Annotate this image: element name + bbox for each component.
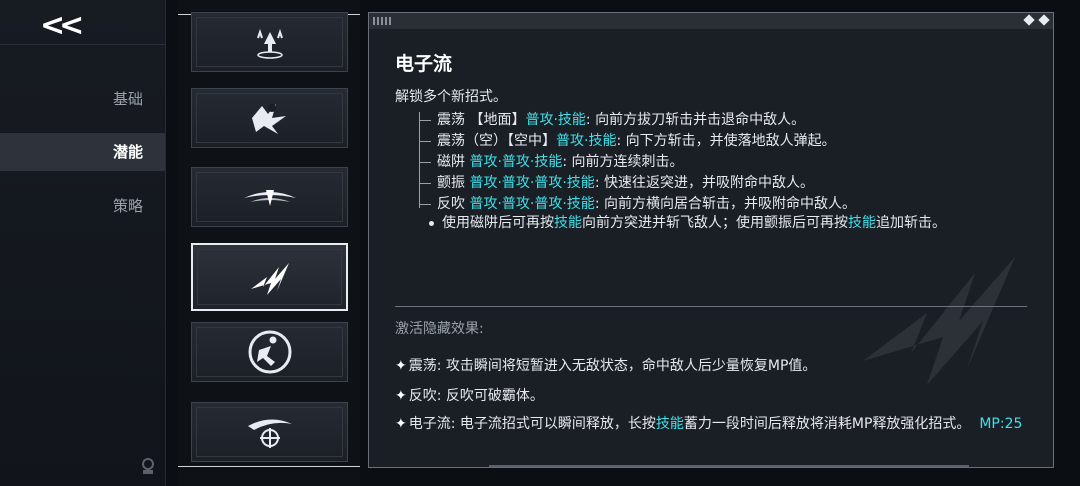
skill-card-blade-wave[interactable] xyxy=(191,167,348,227)
move-name: 颤振 xyxy=(437,175,470,191)
effect-item: ✦ 震荡: 攻击瞬间将短暂进入无敌状态，命中敌人后少量恢复MP值。 xyxy=(395,356,1035,377)
move-name: 震荡（空）【空中】 xyxy=(437,133,556,149)
character-icon xyxy=(142,458,154,474)
move-combo: 普攻·技能 xyxy=(556,133,617,149)
move-note: 使用磁阱后可再按技能向前方突进并斩飞敌人；使用颤振后可再按技能追加斩击。 xyxy=(429,213,1029,233)
effect-keyword: 技能 xyxy=(655,416,684,432)
scroll-indicator[interactable] xyxy=(489,465,969,467)
move-desc: : 向前方拔刀斩击并击退命中敌人。 xyxy=(585,112,806,128)
branch-line xyxy=(419,140,431,142)
divider xyxy=(178,466,360,467)
branch-line xyxy=(419,161,431,163)
electro-watermark-icon xyxy=(863,257,1015,385)
branch-line xyxy=(419,119,431,121)
move-desc: : 快速往返突进，并吸附命中敌人。 xyxy=(594,175,814,191)
skill-card-leap[interactable] xyxy=(191,12,348,72)
panel-header-bar xyxy=(369,13,1053,29)
move-item: 反吹 普攻·普攻·普攻·技能: 向前方横向居合斩击，并吸附命中敌人。 xyxy=(419,193,856,213)
nav-item-potential[interactable]: 潜能 xyxy=(0,133,165,171)
note-keyword: 技能 xyxy=(554,215,582,231)
effect-text: 反吹: 反吹可破霸体。 xyxy=(408,388,544,404)
note-text: 向前方突进并斩飞敌人；使用颤振后可再按 xyxy=(582,215,848,231)
note-text: 追加斩击。 xyxy=(876,215,946,231)
sparkle-icon: ✦ xyxy=(395,358,407,374)
skill-title: 电子流 xyxy=(395,53,453,75)
header-pattern xyxy=(373,17,391,25)
branch-line xyxy=(419,203,431,205)
move-desc: : 向下方斩击，并使落地敌人弹起。 xyxy=(616,133,836,149)
note-text: 使用磁阱后可再按 xyxy=(442,215,554,231)
move-name: 震荡 【地面】 xyxy=(437,112,526,128)
sprint-runner-icon xyxy=(248,330,291,374)
diamond-icon xyxy=(1038,14,1050,26)
move-combo: 普攻·普攻·技能 xyxy=(469,154,563,170)
effect-item: ✦ 电子流: 电子流招式可以瞬间释放，长按技能蓄力一段时间后释放将消耗MP释放强化… xyxy=(395,414,1035,435)
nav-item-basic[interactable]: 基础 xyxy=(0,80,165,118)
effect-text: 震荡: 攻击瞬间将短暂进入无敌状态，命中敌人后少量恢复MP值。 xyxy=(408,358,817,374)
leap-icon xyxy=(256,28,283,59)
skill-detail-panel: 电子流 解锁多个新招式。 震荡 【地面】普攻·技能: 向前方拔刀斩击并击退命中敌… xyxy=(368,12,1054,468)
move-item: 磁阱 普攻·普攻·技能: 向前方连续刺击。 xyxy=(419,151,684,171)
electro-current-icon xyxy=(250,263,289,295)
section-divider xyxy=(395,306,1027,307)
blade-wave-icon xyxy=(243,190,296,206)
branch-line xyxy=(419,182,431,184)
bullet-dot xyxy=(429,220,434,226)
note-keyword: 技能 xyxy=(848,215,876,231)
back-icon: << xyxy=(40,8,84,43)
left-nav-panel: << 基础 潜能 策略 xyxy=(0,0,166,486)
move-combo: 普攻·技能 xyxy=(525,112,586,128)
hidden-effects-label: 激活隐藏效果: xyxy=(395,321,484,337)
sparkle-icon: ✦ xyxy=(395,388,407,404)
skill-card-orbit-slash[interactable] xyxy=(191,402,348,462)
effect-text: 电子流: 电子流招式可以瞬间释放，长按 xyxy=(408,416,656,432)
nav-item-strategy[interactable]: 策略 xyxy=(0,187,165,225)
move-item: 震荡 【地面】普攻·技能: 向前方拔刀斩击并击退命中敌人。 xyxy=(419,109,805,129)
orbit-slash-icon xyxy=(247,419,292,448)
move-name: 磁阱 xyxy=(437,154,470,170)
skill-intro: 解锁多个新招式。 xyxy=(395,89,507,105)
move-item: 颤振 普攻·普攻·普攻·技能: 快速往返突进，并吸附命中敌人。 xyxy=(419,172,814,192)
skill-card-dash-strike[interactable] xyxy=(191,88,348,148)
diamond-icon xyxy=(1023,14,1035,26)
skill-card-electro-current[interactable] xyxy=(191,243,348,311)
effect-item: ✦ 反吹: 反吹可破霸体。 xyxy=(395,386,1035,407)
mp-cost: MP:25 xyxy=(979,416,1023,432)
effect-text: 蓄力一段时间后释放将消耗MP释放强化招式。 xyxy=(683,416,971,432)
skill-card-sprint[interactable] xyxy=(191,322,348,382)
skill-list xyxy=(178,0,360,486)
divider xyxy=(0,44,165,45)
back-button[interactable]: << xyxy=(40,8,96,44)
move-item: 震荡（空）【空中】普攻·技能: 向下方斩击，并使落地敌人弹起。 xyxy=(419,130,836,150)
move-desc: : 向前方横向居合斩击，并吸附命中敌人。 xyxy=(594,196,856,212)
move-desc: : 向前方连续刺击。 xyxy=(562,154,684,170)
move-name: 反吹 xyxy=(437,196,470,212)
move-combo: 普攻·普攻·普攻·技能 xyxy=(469,196,595,212)
dash-strike-icon xyxy=(251,104,286,134)
sparkle-icon: ✦ xyxy=(395,416,407,432)
move-combo: 普攻·普攻·普攻·技能 xyxy=(469,175,595,191)
